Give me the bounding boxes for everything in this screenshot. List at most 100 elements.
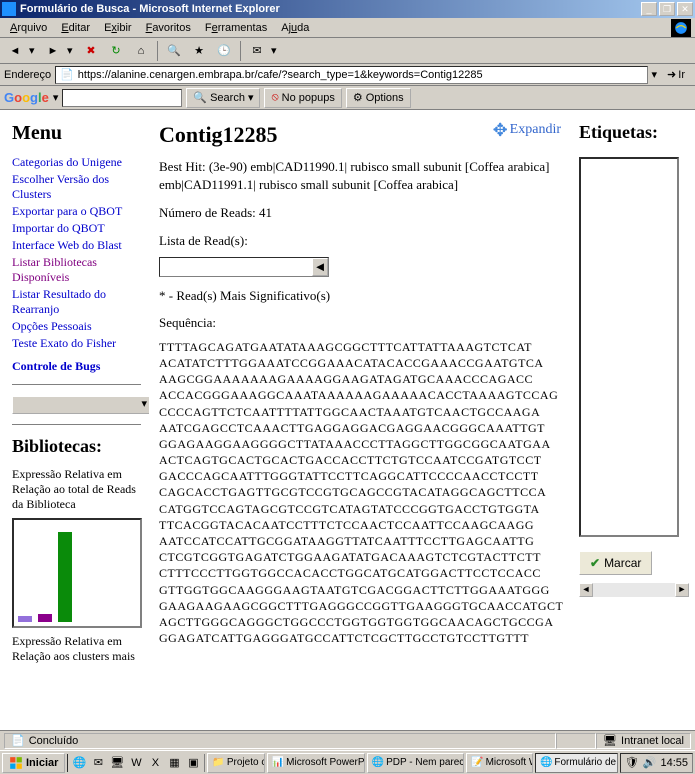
page-content: Menu Categorias do Unigene Escolher Vers… [0,110,695,730]
scroll-left-button[interactable]: ◄ [579,583,593,597]
ql-word[interactable]: W [127,754,145,772]
favorites-button[interactable]: ★ [188,40,210,62]
dropdown-arrow-icon: ◄ [312,258,328,276]
mail-dropdown[interactable]: ▾ [271,44,281,57]
link-importar-qbot[interactable]: Importar do QBOT [12,221,141,236]
search-button[interactable]: 🔍 [163,40,185,62]
scroll-track[interactable] [593,583,675,597]
link-teste-fisher[interactable]: Teste Exato do Fisher [12,336,141,351]
marcar-button[interactable]: ✔ Marcar [579,551,652,575]
menubar: Arquivo Editar Exibir Favoritos Ferramen… [0,18,695,38]
bib-chart-1 [12,518,142,628]
google-popups-button[interactable]: ⦸No popups [264,88,341,108]
system-tray: 🛡 🔊 14:55 [620,753,693,773]
security-zone: 🖥 Intranet local [596,733,691,749]
google-toolbar: Google ▾ 🔍Search▾ ⦸No popups ⚙Options [0,86,695,110]
task-word[interactable]: 📝Microsoft Word [466,753,533,773]
home-button[interactable]: ⌂ [130,40,152,62]
menu-favoritos[interactable]: Favoritos [140,20,197,36]
right-panel: Etiquetas: ✔ Marcar ◄ ► [571,114,691,726]
taskbar: Iniciar 🌐 ✉ 🖥 W X ▦ ▣ 📁Projeto café 📊Mic… [0,750,695,774]
etiquetas-heading: Etiquetas: [579,122,683,143]
done-icon: 📄 [11,734,25,747]
link-categorias[interactable]: Categorias do Unigene [12,155,141,170]
forward-button[interactable]: ► [42,40,64,62]
back-button[interactable]: ◄ [4,40,26,62]
tray-clock[interactable]: 14:55 [660,757,688,769]
menu-heading: Menu [12,122,141,145]
task-pdp[interactable]: 🌐PDP - Nem parece inte... [367,753,464,773]
link-listar-bibliotecas[interactable]: Listar Bibliotecas Disponíveis [12,255,141,285]
ql-desktop[interactable]: 🖥 [108,754,126,772]
link-controle-bugs[interactable]: Controle de Bugs [12,359,141,374]
google-search-button[interactable]: 🔍Search▾ [186,88,260,108]
google-options-button[interactable]: ⚙Options [346,88,411,108]
sequencia-label: Sequência: [159,315,561,331]
addressbar: Endereço 📄 https://alanine.cenargen.embr… [0,64,695,86]
menu-ferramentas[interactable]: Ferramentas [199,20,273,36]
zone-icon: 🖥 [603,734,617,747]
menu-editar[interactable]: Editar [55,20,96,36]
address-url: https://alanine.cenargen.embrapa.br/cafe… [78,69,483,81]
reads-dropdown[interactable]: ◄ [159,257,329,277]
bib-desc-1: Expressão Relativa em Relação ao total d… [12,467,141,512]
link-interface-blast[interactable]: Interface Web do Blast [12,238,141,253]
right-hscrollbar[interactable]: ◄ ► [579,583,689,597]
link-escolher-versao[interactable]: Escolher Versão dos Clusters [12,172,141,202]
options-icon: ⚙ [353,91,363,104]
google-dropdown[interactable]: ▾ [53,91,59,104]
menu-exibir[interactable]: Exibir [98,20,138,36]
left-panel: Menu Categorias do Unigene Escolher Vers… [4,114,149,726]
close-button[interactable]: ✕ [677,2,693,16]
address-dropdown[interactable]: ▾ [652,68,658,81]
refresh-button[interactable]: ↻ [105,40,127,62]
ql-ie[interactable]: 🌐 [70,754,88,772]
restore-button[interactable]: ❐ [659,2,675,16]
ql-app2[interactable]: ▣ [184,754,202,772]
main-panel: ✥ Expandir Contig12285 Best Hit: (3e-90)… [149,114,571,726]
forward-dropdown[interactable]: ▾ [67,44,77,57]
scroll-right-button[interactable]: ► [675,583,689,597]
significativos-note: * - Read(s) Mais Significativo(s) [159,287,561,305]
expand-button[interactable]: ✥ Expandir [493,122,561,138]
link-opcoes-pessoais[interactable]: Opções Pessoais [12,319,141,334]
back-dropdown[interactable]: ▾ [29,44,39,57]
ie-icon [2,2,16,16]
go-button[interactable]: ➜ Ir [661,68,691,81]
chart-bar-3 [58,532,72,622]
address-input[interactable]: 📄 https://alanine.cenargen.embrapa.br/ca… [55,66,647,84]
sequence-text: TTTTAGCAGATGAATATAAAGCGGCTTTCATTATTAAAGT… [159,339,561,647]
page-icon: 📄 [60,68,74,81]
task-projeto[interactable]: 📁Projeto café [207,753,264,773]
chart-bar-2 [38,614,52,622]
ql-excel[interactable]: X [146,754,164,772]
start-button[interactable]: Iniciar [2,753,65,773]
tray-icon-2[interactable]: 🔊 [643,756,657,769]
address-label: Endereço [4,69,51,81]
menu-ajuda[interactable]: Ajuda [275,20,315,36]
ql-outlook[interactable]: ✉ [89,754,107,772]
chart-bar-1 [18,616,32,622]
window-title: Formulário de Busca - Microsoft Internet… [20,3,641,15]
left-select[interactable]: ▾ [12,396,149,414]
lista-reads-label: Lista de Read(s): [159,233,561,249]
etiquetas-listbox[interactable] [579,157,679,537]
history-button[interactable]: 🕒 [213,40,235,62]
mail-button[interactable]: ✉ [246,40,268,62]
menu-arquivo[interactable]: Arquivo [4,20,53,36]
task-formulario[interactable]: 🌐Formulário de Bus... [535,753,618,773]
task-powerpoint[interactable]: 📊Microsoft PowerPoint - ... [267,753,365,773]
link-listar-rearranjo[interactable]: Listar Resultado do Rearranjo [12,287,141,317]
statusbar: 📄 Concluído 🖥 Intranet local [0,730,695,750]
minimize-button[interactable]: _ [641,2,657,16]
stop-button[interactable]: ✖ [80,40,102,62]
check-icon: ✔ [590,556,600,570]
go-icon: ➜ [667,68,676,81]
google-search-input[interactable] [62,89,182,107]
link-exportar-qbot[interactable]: Exportar para o QBOT [12,204,141,219]
window-titlebar: Formulário de Busca - Microsoft Internet… [0,0,695,18]
tray-icon-1[interactable]: 🛡 [625,756,639,769]
quick-launch: 🌐 ✉ 🖥 W X ▦ ▣ [67,754,205,772]
ql-app1[interactable]: ▦ [165,754,183,772]
status-text: 📄 Concluído [4,733,556,749]
